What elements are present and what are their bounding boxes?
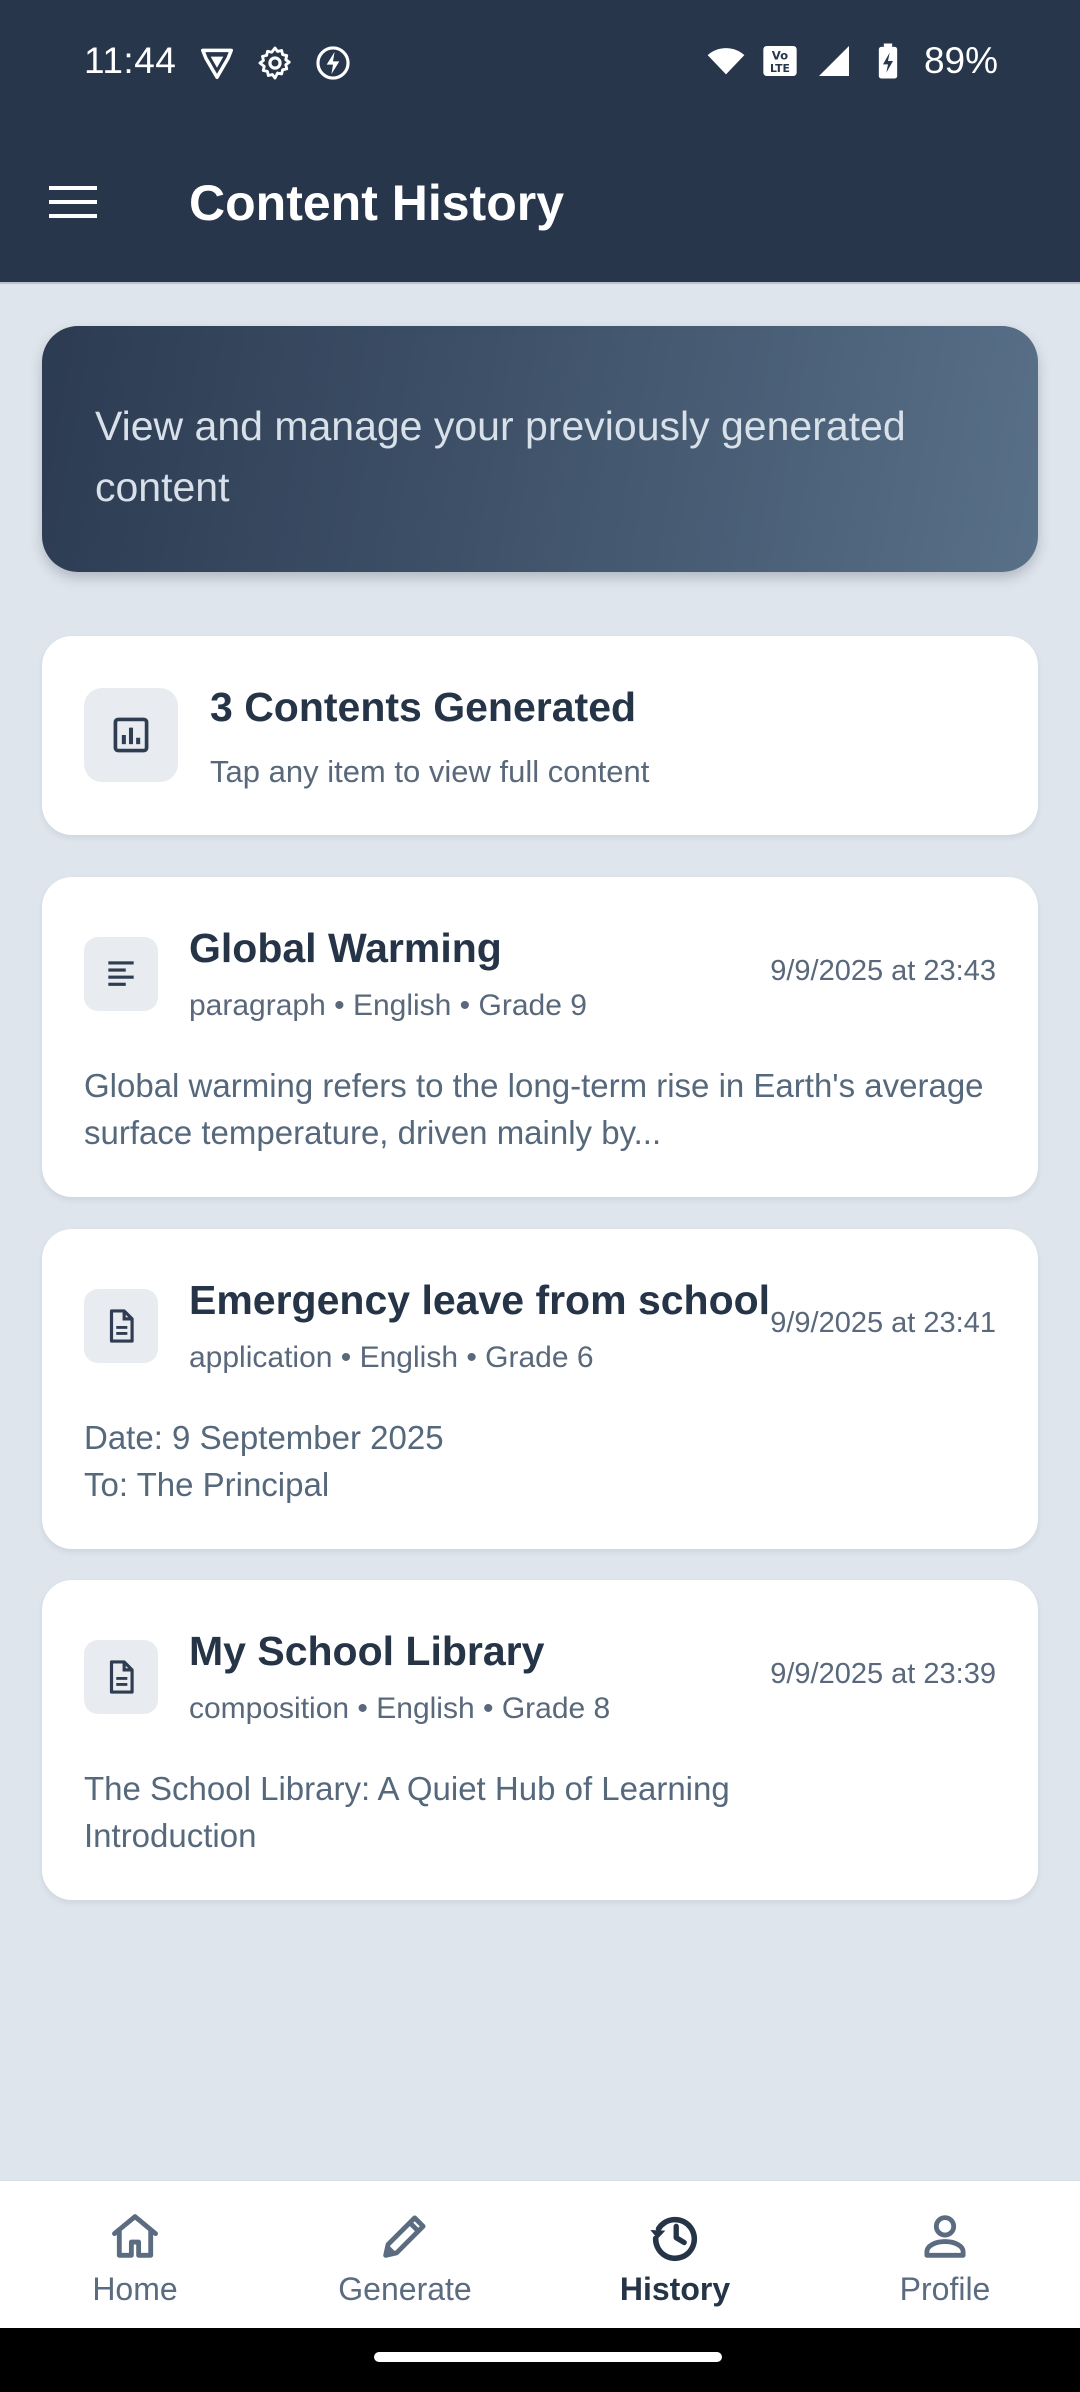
item-meta: application • English • Grade 6 [189, 1341, 594, 1374]
item-meta: paragraph • English • Grade 9 [189, 989, 587, 1022]
item-title: Global Warming [189, 925, 502, 971]
bottom-nav: Home Generate History Profile [0, 2180, 1080, 2328]
flash-bolt-icon [314, 44, 352, 82]
menu-button[interactable] [36, 166, 112, 242]
history-icon [646, 2207, 704, 2265]
status-time: 11:44 [84, 40, 177, 81]
history-item-card[interactable]: Global Warming paragraph • English • Gra… [42, 877, 1038, 1197]
nav-generate[interactable]: Generate [270, 2181, 540, 2329]
paragraph-lines-icon [84, 937, 158, 1011]
app-bar: Content History [0, 126, 1080, 282]
item-date: 9/9/2025 at 23:43 [770, 955, 996, 987]
history-item-card[interactable]: My School Library composition • English … [42, 1580, 1038, 1900]
person-icon [916, 2207, 974, 2265]
signal-icon [814, 41, 854, 81]
page-title: Content History [189, 175, 564, 231]
svg-text:Vo: Vo [772, 48, 788, 62]
summary-card: 3 Contents Generated Tap any item to vie… [42, 636, 1038, 835]
hamburger-menu-icon [49, 184, 99, 225]
summary-title: 3 Contents Generated [210, 684, 637, 730]
nav-label: Generate [338, 2271, 472, 2307]
nav-label: History [619, 2271, 731, 2307]
wifi-icon [706, 41, 746, 81]
preview-line: To: The Principal [84, 1466, 330, 1503]
info-banner: View and manage your previously generate… [42, 326, 1038, 572]
banner-text: View and manage your previously generate… [95, 403, 906, 510]
item-preview: Date: 9 September 2025 To: The Principal [84, 1414, 984, 1508]
analytics-chart-icon [84, 688, 178, 782]
volte-icon: Vo LTE [760, 41, 800, 81]
nav-home[interactable]: Home [0, 2181, 270, 2329]
status-right-icons: Vo LTE 89% [706, 40, 998, 82]
vpn-shield-icon [198, 44, 236, 82]
system-gesture-bar [0, 2328, 1080, 2392]
svg-text:LTE: LTE [770, 62, 790, 75]
item-preview: Global warming refers to the long-term r… [84, 1067, 984, 1151]
settings-gear-icon [256, 44, 294, 82]
top-bar: 11:44 Vo LTE 89% Content History [0, 0, 1080, 284]
status-left-icons [198, 44, 352, 82]
preview-line: Introduction [84, 1817, 257, 1854]
battery-icon [868, 41, 908, 81]
nav-label: Home [92, 2271, 178, 2307]
home-icon [106, 2207, 164, 2265]
summary-subtitle: Tap any item to view full content [210, 754, 650, 789]
document-icon [84, 1640, 158, 1714]
item-meta: composition • English • Grade 8 [189, 1692, 611, 1725]
item-date: 9/9/2025 at 23:39 [770, 1658, 996, 1690]
document-icon [84, 1289, 158, 1363]
preview-line: The School Library: A Quiet Hub of Learn… [84, 1770, 730, 1807]
item-preview: The School Library: A Quiet Hub of Learn… [84, 1765, 984, 1859]
history-item-card[interactable]: Emergency leave from school application … [42, 1229, 1038, 1549]
gesture-handle[interactable] [374, 2352, 722, 2362]
nav-label: Profile [899, 2271, 991, 2307]
preview-line: Date: 9 September 2025 [84, 1419, 444, 1456]
status-bar: 11:44 Vo LTE 89% [0, 0, 1080, 126]
item-title: My School Library [189, 1628, 545, 1674]
nav-profile[interactable]: Profile [810, 2181, 1080, 2329]
item-date: 9/9/2025 at 23:41 [770, 1307, 996, 1339]
pencil-icon [376, 2207, 434, 2265]
item-title: Emergency leave from school [189, 1277, 771, 1323]
nav-history[interactable]: History [540, 2181, 810, 2329]
battery-percentage: 89% [923, 40, 998, 81]
